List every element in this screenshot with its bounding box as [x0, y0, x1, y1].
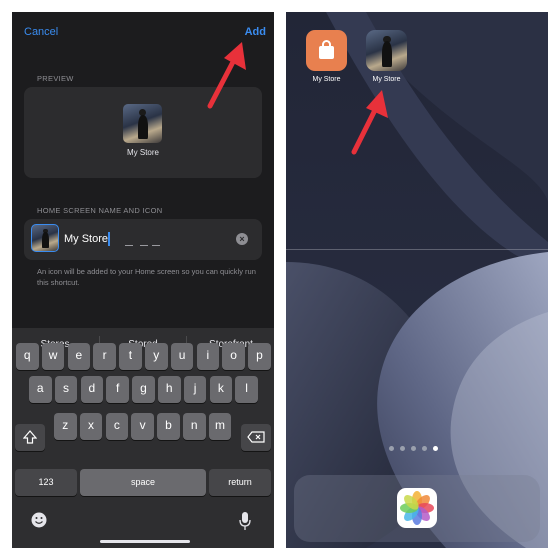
- key-g[interactable]: g: [132, 376, 155, 403]
- shift-icon[interactable]: [15, 424, 45, 451]
- key-j[interactable]: j: [183, 376, 207, 403]
- page-dot: [411, 446, 416, 451]
- photo-thumbnail-icon: [366, 30, 407, 71]
- red-arrow-annotation: [207, 42, 246, 109]
- key-p[interactable]: p: [248, 343, 271, 370]
- key-b[interactable]: b: [157, 413, 180, 440]
- text-cursor: [108, 232, 110, 246]
- add-to-home-screen-panel: Cancel Add PREVIEW My Store HOME SCREEN …: [12, 12, 274, 548]
- underline-dash: [152, 245, 160, 246]
- key-v[interactable]: v: [131, 413, 154, 440]
- key-c[interactable]: c: [105, 413, 129, 440]
- home-indicator: [100, 540, 190, 543]
- key-s[interactable]: s: [54, 376, 78, 403]
- home-screen-panel: My Store My Store: [286, 12, 548, 548]
- key-f[interactable]: f: [106, 376, 129, 403]
- overlay-line: [286, 249, 548, 250]
- key-k[interactable]: k: [209, 376, 233, 403]
- preview-icon-label: My Store: [126, 148, 159, 157]
- space-key[interactable]: space: [80, 469, 206, 496]
- emoji-icon[interactable]: [30, 511, 48, 534]
- key-z[interactable]: z: [54, 413, 77, 440]
- app-icon-my-store-shop[interactable]: My Store: [306, 30, 347, 83]
- key-r[interactable]: r: [93, 343, 116, 370]
- name-and-icon-row: [24, 219, 262, 260]
- key-i[interactable]: i: [196, 343, 220, 370]
- app-label: My Store: [312, 76, 341, 83]
- shopping-bag-icon: [306, 30, 347, 71]
- page-dot: [433, 446, 438, 451]
- key-h[interactable]: h: [158, 376, 181, 403]
- delete-icon[interactable]: [241, 424, 271, 451]
- key-q[interactable]: q: [16, 343, 39, 370]
- underline-dash: [125, 245, 133, 246]
- key-a[interactable]: a: [29, 376, 52, 403]
- key-t[interactable]: t: [119, 343, 142, 370]
- shortcut-name-input[interactable]: My Store: [64, 233, 108, 245]
- icon-picker-button[interactable]: [31, 224, 59, 252]
- key-d[interactable]: d: [80, 376, 104, 403]
- key-y[interactable]: y: [145, 343, 168, 370]
- name-section-label: HOME SCREEN NAME AND ICON: [37, 206, 163, 215]
- return-key[interactable]: return: [209, 469, 271, 496]
- microphone-icon[interactable]: [238, 511, 252, 536]
- page-dot: [422, 446, 427, 451]
- key-l[interactable]: l: [235, 376, 258, 403]
- photos-icon[interactable]: [397, 488, 437, 528]
- page-dot: [389, 446, 394, 451]
- app-icon-my-store-shortcut[interactable]: My Store: [366, 30, 407, 83]
- key-m[interactable]: m: [208, 413, 232, 440]
- page-indicator[interactable]: [389, 446, 449, 452]
- key-n[interactable]: n: [183, 413, 206, 440]
- numbers-key[interactable]: 123: [15, 469, 77, 496]
- key-w[interactable]: w: [41, 343, 65, 370]
- page-dot: [400, 446, 405, 451]
- key-u[interactable]: u: [170, 343, 194, 370]
- red-arrow-annotation: [351, 90, 388, 155]
- key-x[interactable]: x: [79, 413, 103, 440]
- clear-icon[interactable]: ×: [236, 233, 248, 245]
- wallpaper: [286, 12, 548, 548]
- preview-icon: [123, 104, 162, 143]
- app-label: My Store: [372, 76, 401, 83]
- cancel-button[interactable]: Cancel: [24, 26, 58, 38]
- hint-text: An icon will be added to your Home scree…: [37, 267, 256, 287]
- preview-section-label: PREVIEW: [37, 74, 74, 83]
- key-e[interactable]: e: [67, 343, 91, 370]
- underline-dash: [140, 245, 148, 246]
- key-o[interactable]: o: [222, 343, 245, 370]
